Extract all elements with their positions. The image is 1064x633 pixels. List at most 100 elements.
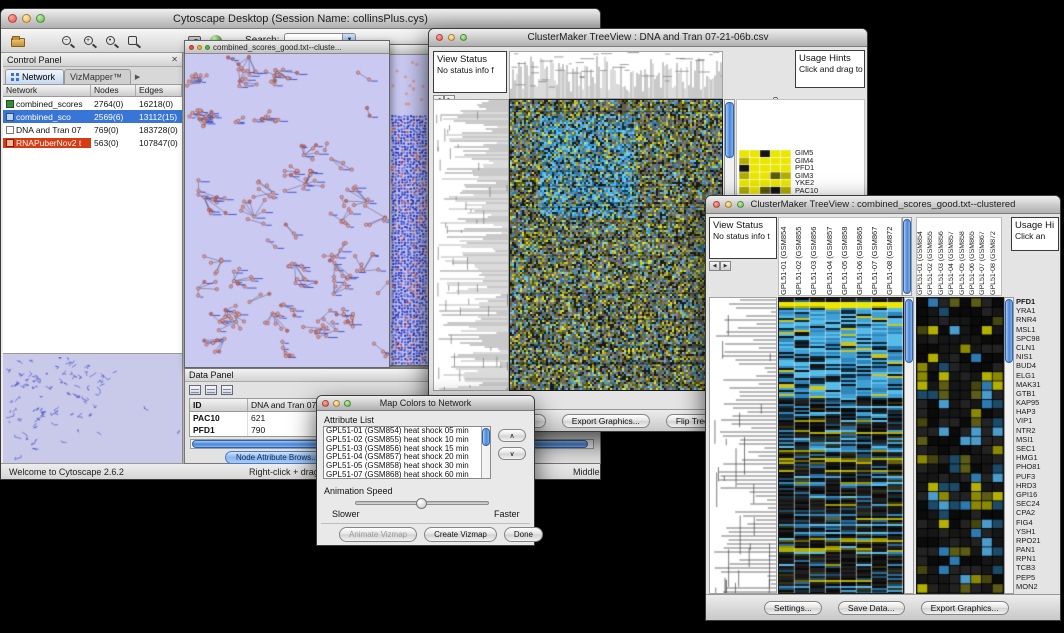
attribute-item[interactable]: GPL51-07 (GSM868) heat shock 60 min — [324, 471, 481, 478]
network-row[interactable]: combined_scores 2764(0) 16218(0) — [3, 97, 182, 110]
gene-label[interactable]: CPA2 — [1016, 508, 1060, 517]
gene-label[interactable]: GPI16 — [1016, 490, 1060, 499]
gene-label[interactable]: NIS1 — [1016, 352, 1060, 361]
close-button[interactable] — [8, 14, 17, 23]
gene-label[interactable]: HRD3 — [1016, 481, 1060, 490]
network-row[interactable]: RNAPuberNov2 t 563(0) 107847(0) — [3, 136, 182, 149]
array-labels-vscrollbar[interactable] — [902, 217, 912, 296]
network-view-titlebar[interactable]: combined_scores_good.txt--cluste... — [185, 41, 389, 54]
gene-label[interactable]: GTB1 — [1016, 389, 1060, 398]
tab-overflow-button[interactable]: ▶ — [131, 70, 144, 84]
mdi-close-icon[interactable] — [189, 45, 194, 50]
zoom-window-button[interactable] — [36, 14, 45, 23]
network-overview-canvas[interactable] — [6, 357, 180, 463]
attribute-item[interactable]: GPL51-02 (GSM855) heat shock 10 min — [324, 436, 481, 445]
column-header-nodes[interactable]: Nodes — [91, 85, 136, 96]
scrollbar-thumb[interactable] — [903, 219, 911, 294]
gene-label[interactable]: VIP1 — [1016, 416, 1060, 425]
dialog-button[interactable]: Create Vizmap — [424, 527, 497, 542]
gene-label[interactable]: RNR4 — [1016, 315, 1060, 324]
zoom-window-button[interactable] — [344, 400, 351, 407]
tab-vizmapper[interactable]: VizMapper™ — [64, 69, 131, 84]
gene-label[interactable]: MSI1 — [1016, 435, 1060, 444]
gene-label[interactable]: PAC10 — [795, 187, 855, 195]
detail-vscrollbar[interactable] — [1004, 297, 1014, 594]
network-view-canvas[interactable] — [185, 54, 389, 367]
tab-network[interactable]: Network — [5, 69, 64, 84]
gene-label[interactable]: MON2 — [1016, 582, 1060, 591]
gene-label[interactable]: HMG1 — [1016, 453, 1060, 462]
array-label[interactable]: GPL51-06 (GSM865 — [969, 218, 979, 295]
gene-label[interactable]: SEC1 — [1016, 444, 1060, 453]
move-up-button[interactable]: ∧ — [498, 429, 526, 442]
gene-label[interactable]: PFD1 — [795, 164, 855, 172]
column-header-id[interactable]: ID — [190, 399, 248, 411]
zoom-out-button[interactable]: − — [55, 31, 77, 51]
array-label[interactable]: GPL51-03 (GSM856 — [809, 218, 824, 295]
minimize-button[interactable] — [22, 14, 31, 23]
gene-label[interactable]: PUF3 — [1016, 472, 1060, 481]
gene-label[interactable]: GIM3 — [795, 172, 855, 180]
array-label[interactable]: GPL51-04 (GSM857 — [825, 218, 840, 295]
dialog-button[interactable]: Animate Vizmap — [339, 527, 417, 542]
gene-label[interactable]: ELG1 — [1016, 371, 1060, 380]
gene-label[interactable]: PHO81 — [1016, 462, 1060, 471]
minimize-button[interactable] — [725, 201, 732, 208]
treeview-combined-titlebar[interactable]: ClusterMaker TreeView : combined_scores_… — [706, 196, 1060, 214]
gene-label[interactable]: YRA1 — [1016, 306, 1060, 315]
zoom-window-button[interactable] — [460, 34, 467, 41]
treeview-action-button[interactable]: Settings... — [764, 601, 822, 615]
attribute-item[interactable]: GPL51-04 (GSM857) heat shock 20 min — [324, 453, 481, 462]
attribute-table-icon[interactable] — [205, 385, 217, 395]
heatmap[interactable] — [778, 297, 904, 594]
heatmap[interactable] — [509, 99, 723, 391]
array-label[interactable]: GPL51-04 (GSM857 — [948, 218, 958, 295]
zoom-selected-button[interactable]: • — [99, 31, 121, 51]
open-session-button[interactable] — [7, 31, 29, 51]
zoom-in-button[interactable]: + — [77, 31, 99, 51]
array-label[interactable]: GPL51-01 (GSM854 — [917, 218, 927, 295]
array-label[interactable]: GPL51-05 (GSM858 — [959, 218, 969, 295]
gene-label[interactable]: GIM5 — [795, 149, 855, 157]
row-dendrogram[interactable] — [709, 297, 777, 594]
gene-label[interactable]: SEC24 — [1016, 499, 1060, 508]
gene-label[interactable]: FIG4 — [1016, 518, 1060, 527]
dna-col-dendrogram-canvas[interactable] — [510, 52, 722, 98]
attribute-list-vscrollbar[interactable] — [481, 427, 490, 478]
minimize-button[interactable] — [448, 34, 455, 41]
gene-label[interactable]: YKE2 — [795, 179, 855, 187]
array-label[interactable]: GPL51-08 (GSM872 — [885, 218, 900, 295]
gene-label[interactable]: KAP95 — [1016, 398, 1060, 407]
treeview-action-button[interactable]: Export Graphics... — [562, 414, 650, 428]
scrollbar-thumb[interactable] — [905, 299, 913, 363]
array-label[interactable]: GPL51-01 (GSM854 — [779, 218, 794, 295]
attribute-select-icon[interactable] — [189, 385, 201, 395]
gene-label[interactable]: GIM4 — [795, 157, 855, 165]
combined-heatmap-canvas[interactable] — [779, 298, 903, 593]
combined-detail-heatmap-canvas[interactable] — [917, 298, 1003, 593]
dense-network-canvas[interactable] — [390, 55, 429, 365]
gene-label[interactable]: CLN1 — [1016, 343, 1060, 352]
gene-label[interactable]: PFD1 — [1016, 297, 1060, 306]
row-dendrogram[interactable] — [433, 99, 509, 391]
map-colors-titlebar[interactable]: Map Colors to Network — [317, 396, 534, 411]
scrollbar-thumb[interactable] — [725, 102, 734, 158]
array-label[interactable]: GPL51-05 (GSM858 — [840, 218, 855, 295]
gene-label[interactable]: MSL1 — [1016, 325, 1060, 334]
dialog-button[interactable]: Done — [504, 527, 543, 542]
attribute-item[interactable]: GPL51-05 (GSM858) heat shock 30 min — [324, 462, 481, 471]
move-down-button[interactable]: ∨ — [498, 447, 526, 460]
attribute-item[interactable]: GPL51-03 (GSM856) heat shock 15 min — [324, 445, 481, 454]
gene-label[interactable]: BUD4 — [1016, 361, 1060, 370]
network-row[interactable]: DNA and Tran 07 769(0) 183728(0) — [3, 123, 182, 136]
gene-label[interactable]: SPC98 — [1016, 334, 1060, 343]
treeview-action-button[interactable]: Export Graphics... — [921, 601, 1009, 615]
network-overview-panel[interactable] — [3, 353, 182, 465]
dna-detail-matrix-canvas[interactable] — [739, 150, 791, 194]
gene-label[interactable]: PEP5 — [1016, 573, 1060, 582]
scroll-left-icon[interactable]: ◀ — [709, 261, 720, 271]
array-label[interactable]: GPL51-07 (GSM867 — [979, 218, 989, 295]
gene-label[interactable]: HAP3 — [1016, 407, 1060, 416]
combined-row-dendrogram-canvas[interactable] — [710, 298, 776, 593]
zoom-window-button[interactable] — [737, 201, 744, 208]
